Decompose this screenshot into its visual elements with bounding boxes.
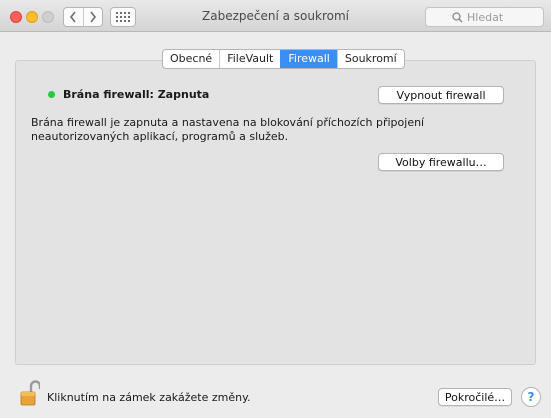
chevron-right-icon xyxy=(90,11,96,23)
advanced-button[interactable]: Pokročilé… xyxy=(438,388,512,406)
search-icon xyxy=(452,11,463,22)
tab-privacy[interactable]: Soukromí xyxy=(336,50,404,68)
close-window-button[interactable] xyxy=(10,11,22,23)
tab-bar: Obecné FileVault Firewall Soukromí xyxy=(162,49,405,69)
lock-hint-text: Kliknutím na zámek zakážete změny. xyxy=(47,391,251,404)
tab-filevault[interactable]: FileVault xyxy=(219,50,280,68)
firewall-status-label: Brána firewall: Zapnuta xyxy=(63,88,210,101)
help-button[interactable]: ? xyxy=(521,387,541,407)
search-field[interactable] xyxy=(425,7,544,27)
turn-off-firewall-button[interactable]: Vypnout firewall xyxy=(378,86,504,104)
zoom-window-button[interactable] xyxy=(42,11,54,23)
firewall-options-button[interactable]: Volby firewallu… xyxy=(378,153,504,171)
tab-firewall[interactable]: Firewall xyxy=(280,50,337,68)
status-indicator-icon xyxy=(48,91,55,98)
lock-button[interactable] xyxy=(20,380,42,406)
content-panel xyxy=(15,60,536,365)
chevron-left-icon xyxy=(70,11,76,23)
navigation-buttons xyxy=(63,7,103,27)
show-all-button[interactable] xyxy=(110,7,136,27)
tab-general[interactable]: Obecné xyxy=(163,50,219,68)
firewall-description: Brána firewall je zapnuta a nastavena na… xyxy=(31,116,425,143)
minimize-window-button[interactable] xyxy=(26,11,38,23)
search-input[interactable] xyxy=(467,10,517,24)
firewall-status: Brána firewall: Zapnuta xyxy=(48,88,209,101)
title-bar: Zabezpečení a soukromí xyxy=(0,0,551,32)
grid-icon xyxy=(116,12,130,22)
back-button[interactable] xyxy=(64,8,83,26)
forward-button[interactable] xyxy=(82,8,103,26)
unlocked-padlock-icon xyxy=(20,380,42,406)
